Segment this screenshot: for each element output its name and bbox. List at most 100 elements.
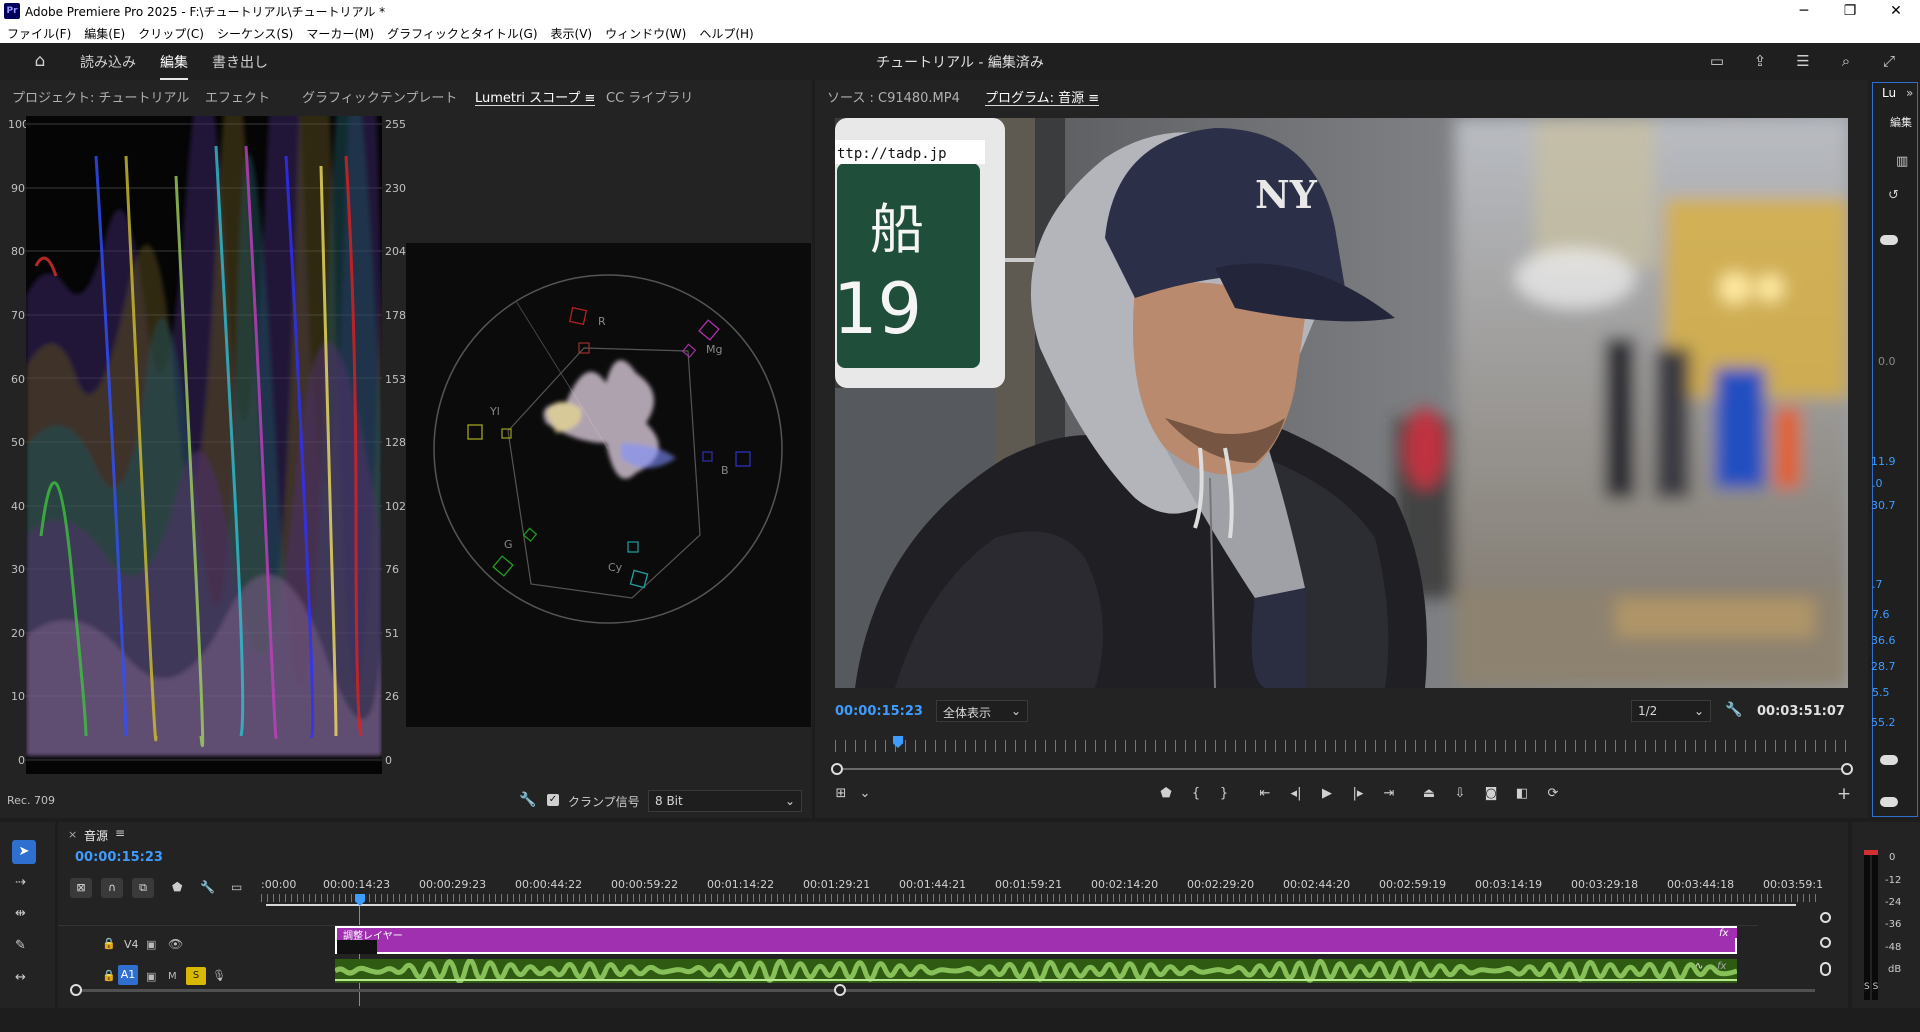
program-current-timecode[interactable]: 00:00:15:23 xyxy=(835,704,923,719)
safe-margins-icon[interactable]: ⊞ xyxy=(832,786,850,801)
slip-tool-icon[interactable]: ↔ xyxy=(15,970,26,985)
track-scroll-handle[interactable] xyxy=(1820,937,1831,948)
mark-out-icon[interactable]: } xyxy=(1215,786,1233,801)
go-to-in-icon[interactable]: ⇤ xyxy=(1256,786,1274,801)
lock-icon[interactable]: 🔒 xyxy=(102,937,116,950)
captions-icon[interactable]: ▭ xyxy=(231,880,242,894)
add-marker-icon[interactable]: ⬟ xyxy=(172,880,182,894)
menu-file[interactable]: ファイル(F) xyxy=(0,22,77,42)
timeline-current-timecode[interactable]: 00:00:15:23 xyxy=(75,850,163,865)
zoom-handle-left[interactable] xyxy=(831,763,843,775)
tab-source[interactable]: ソース : C91480.MP4 xyxy=(827,87,960,106)
nest-icon[interactable]: ⊠ xyxy=(70,878,92,898)
camera-icon[interactable]: ◙ xyxy=(1482,786,1500,801)
progress-icon[interactable]: ☰ xyxy=(1793,52,1813,70)
audio-clip[interactable]: ∿ fx xyxy=(335,959,1737,983)
tab-graphic-templates[interactable]: グラフィックテンプレート xyxy=(302,87,457,106)
work-area-bar[interactable] xyxy=(266,904,1796,906)
track-scroll-handle[interactable] xyxy=(1820,962,1831,976)
menu-window[interactable]: ウィンドウ(W) xyxy=(598,22,692,42)
eye-icon[interactable]: 👁 xyxy=(168,937,183,951)
section-toggle[interactable] xyxy=(1880,755,1898,765)
value-label[interactable]: 55.2 xyxy=(1871,716,1896,729)
scroll-handle-left[interactable] xyxy=(70,984,82,996)
tab-effects[interactable]: エフェクト xyxy=(205,87,270,106)
film-icon[interactable]: ▣ xyxy=(146,938,156,951)
reset-icon[interactable]: ↺ xyxy=(1888,188,1899,203)
panel-overflow-icon[interactable]: » xyxy=(1906,86,1913,100)
chevron-down-icon[interactable]: ⌄ xyxy=(856,786,874,801)
maximize-icon[interactable]: ❐ xyxy=(1827,0,1873,22)
value-label[interactable]: 5.5 xyxy=(1872,686,1890,699)
edit-sub-tab[interactable]: 編集 xyxy=(1890,114,1912,130)
menu-sequence[interactable]: シーケンス(S) xyxy=(210,22,299,42)
zoom-scrollbar[interactable] xyxy=(835,768,1848,770)
wrench-icon[interactable]: 🔧 xyxy=(519,792,536,808)
minimize-icon[interactable]: ─ xyxy=(1781,0,1827,22)
solo-button[interactable]: S xyxy=(186,967,206,985)
close-icon[interactable]: ✕ xyxy=(1873,0,1919,22)
tab-cc-libraries[interactable]: CC ライブラリ xyxy=(606,87,693,106)
value-label[interactable]: 7.6 xyxy=(1872,608,1890,621)
menu-edit[interactable]: 編集(E) xyxy=(77,22,131,42)
step-back-icon[interactable]: ◂| xyxy=(1287,786,1305,801)
ripple-edit-tool-icon[interactable]: ⇹ xyxy=(15,906,26,921)
menu-help[interactable]: ヘルプ(H) xyxy=(692,22,759,42)
close-sequence-icon[interactable]: × xyxy=(68,828,77,841)
scroll-handle-right[interactable] xyxy=(834,984,846,996)
value-label[interactable]: 28.7 xyxy=(1871,660,1896,673)
settings-wrench-icon[interactable]: 🔧 xyxy=(1725,702,1742,718)
track-scroll-handle[interactable] xyxy=(1820,912,1831,923)
program-video-frame[interactable]: ttp://tadp.jp 船 19 NY xyxy=(835,118,1848,688)
tab-lumetri-scopes[interactable]: Lumetri スコープ ≡ xyxy=(475,87,596,106)
fit-dropdown[interactable]: 全体表示 ⌄ xyxy=(936,700,1028,722)
selection-tool-icon[interactable]: ➤ xyxy=(12,840,36,864)
menu-clip[interactable]: クリップ(C) xyxy=(131,22,210,42)
search-icon[interactable]: ⌕ xyxy=(1836,52,1856,70)
clamp-checkbox[interactable]: ✓ xyxy=(547,794,559,806)
zoom-handle-right[interactable] xyxy=(1841,763,1853,775)
go-to-out-icon[interactable]: ⇥ xyxy=(1380,786,1398,801)
linked-selection-icon[interactable]: ⧉ xyxy=(132,878,154,898)
fullscreen-icon[interactable]: ⤢ xyxy=(1879,52,1899,70)
value-label[interactable]: .7 xyxy=(1872,578,1883,591)
program-time-ruler[interactable] xyxy=(835,740,1848,752)
step-forward-icon[interactable]: |▸ xyxy=(1349,786,1367,801)
add-button-icon[interactable]: + xyxy=(1835,784,1853,804)
meter-solo-buttons[interactable]: S S xyxy=(1864,982,1878,992)
value-label[interactable]: 36.6 xyxy=(1871,634,1896,647)
timeline-scrollbar[interactable] xyxy=(75,989,1815,992)
tab-project[interactable]: プロジェクト: チュートリアル xyxy=(12,87,189,106)
section-toggle[interactable] xyxy=(1880,797,1898,807)
value-label[interactable]: 30.7 xyxy=(1871,499,1896,512)
mute-button[interactable]: M xyxy=(168,971,177,982)
razor-tool-icon[interactable]: ✎ xyxy=(15,938,26,953)
play-icon[interactable]: ▶ xyxy=(1318,786,1336,801)
snap-icon[interactable]: ∩ xyxy=(101,878,123,898)
proxy-toggle-icon[interactable]: ⟳ xyxy=(1544,786,1562,801)
track-v4-label[interactable]: V4 xyxy=(124,938,139,951)
adjustment-layer-clip[interactable]: 調整レイヤー fx xyxy=(335,926,1737,954)
panel-layout-icon[interactable]: ▭ xyxy=(1707,52,1727,70)
fx-badge[interactable]: fx xyxy=(1719,928,1728,939)
menu-marker[interactable]: マーカー(M) xyxy=(299,22,380,42)
timeline-settings-icon[interactable]: 🔧 xyxy=(200,880,215,894)
timeline-ruler[interactable]: :00:00 00:00:14:23 00:00:29:23 00:00:44:… xyxy=(261,878,1823,892)
comparison-view-icon[interactable]: ◧ xyxy=(1513,786,1531,801)
lift-icon[interactable]: ⏏ xyxy=(1420,786,1438,801)
fx-badge[interactable]: fx xyxy=(1717,961,1726,972)
track-select-tool-icon[interactable]: ⇢ xyxy=(15,875,26,890)
tab-program[interactable]: プログラム: 音源 ≡ xyxy=(985,87,1100,106)
fx-toggle[interactable] xyxy=(1880,235,1898,245)
extract-icon[interactable]: ⇩ xyxy=(1451,786,1469,801)
add-marker-icon[interactable]: ⬟ xyxy=(1157,786,1175,801)
sequence-tab[interactable]: 音源 xyxy=(84,827,108,844)
share-icon[interactable]: ⇪ xyxy=(1750,52,1770,70)
menu-graphics[interactable]: グラフィックとタイトル(G) xyxy=(380,22,543,42)
value-label[interactable]: .0 xyxy=(1872,477,1883,490)
menu-view[interactable]: 表示(V) xyxy=(544,22,599,42)
lumetri-color-tab[interactable]: Lu xyxy=(1882,86,1896,100)
value-label[interactable]: 11.9 xyxy=(1871,455,1896,468)
lock-icon[interactable]: 🔒 xyxy=(102,969,116,982)
bit-depth-dropdown[interactable]: 8 Bit ⌄ xyxy=(648,790,802,812)
